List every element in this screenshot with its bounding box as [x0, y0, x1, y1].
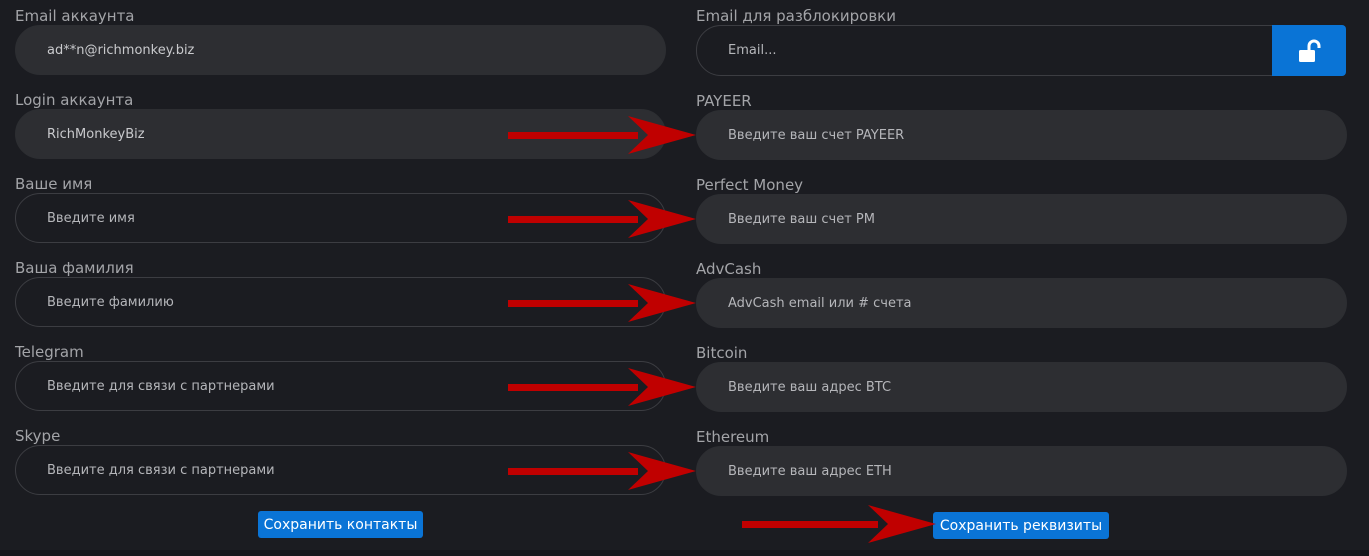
ethereum-input[interactable]: Введите ваш адрес ETH	[696, 446, 1347, 496]
arrow-right-icon	[508, 116, 696, 154]
email-account-label: Email аккаунта	[15, 7, 135, 25]
unlock-email-input[interactable]: Email...	[696, 25, 1273, 76]
bitcoin-label: Bitcoin	[696, 344, 748, 362]
payeer-input[interactable]: Введите ваш счет PAYEER	[696, 110, 1347, 160]
last-name-label: Ваша фамилия	[15, 259, 134, 277]
payeer-label: PAYEER	[696, 92, 752, 110]
telegram-label: Telegram	[15, 343, 84, 361]
footer-divider	[0, 550, 1369, 556]
arrow-right-icon	[508, 452, 696, 490]
skype-label: Skype	[15, 427, 61, 445]
unlock-email-label: Email для разблокировки	[696, 7, 896, 25]
unlock-button[interactable]	[1272, 25, 1346, 76]
arrow-right-icon	[742, 505, 936, 543]
first-name-label: Ваше имя	[15, 175, 93, 193]
advcash-input[interactable]: AdvCash email или # счета	[696, 278, 1347, 328]
perfect-money-label: Perfect Money	[696, 176, 804, 194]
arrow-right-icon	[508, 368, 696, 406]
save-details-button[interactable]: Сохранить реквизиты	[933, 512, 1109, 539]
advcash-label: AdvCash	[696, 260, 762, 278]
bitcoin-input[interactable]: Введите ваш адрес BTC	[696, 362, 1347, 412]
unlock-icon	[1299, 39, 1321, 62]
email-account-field: ad**n@richmonkey.biz	[15, 25, 666, 75]
perfect-money-input[interactable]: Введите ваш счет PM	[696, 194, 1347, 244]
arrow-right-icon	[508, 200, 696, 238]
save-contacts-button[interactable]: Сохранить контакты	[258, 511, 423, 538]
ethereum-label: Ethereum	[696, 428, 770, 446]
arrow-right-icon	[508, 284, 696, 322]
login-account-label: Login аккаунта	[15, 91, 134, 109]
